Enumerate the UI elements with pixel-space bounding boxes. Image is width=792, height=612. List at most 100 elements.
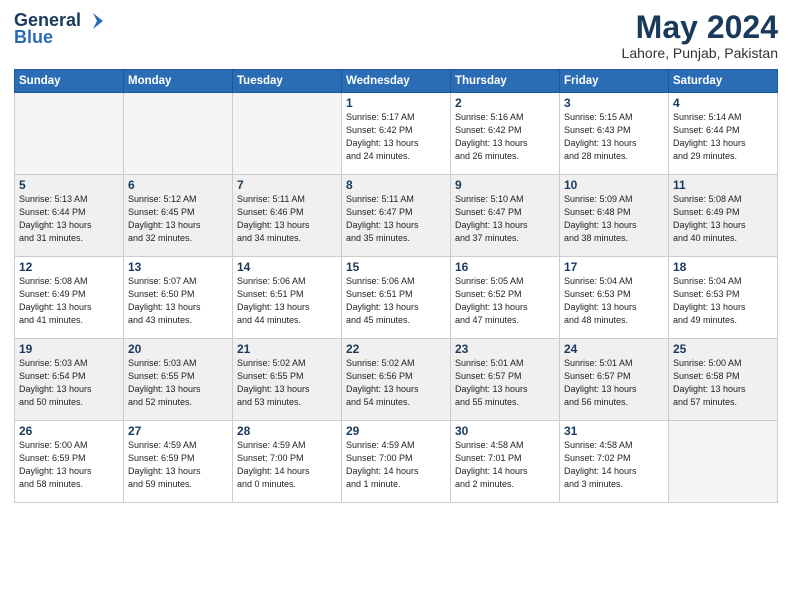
day-number: 27 — [128, 424, 228, 438]
day-detail: Sunrise: 5:16 AM Sunset: 6:42 PM Dayligh… — [455, 111, 555, 163]
day-detail: Sunrise: 4:58 AM Sunset: 7:02 PM Dayligh… — [564, 439, 664, 491]
day-number: 8 — [346, 178, 446, 192]
day-number: 12 — [19, 260, 119, 274]
day-number: 15 — [346, 260, 446, 274]
day-number: 11 — [673, 178, 773, 192]
col-thursday: Thursday — [451, 70, 560, 93]
table-cell: 14Sunrise: 5:06 AM Sunset: 6:51 PM Dayli… — [233, 257, 342, 339]
day-number: 25 — [673, 342, 773, 356]
week-row-2: 5Sunrise: 5:13 AM Sunset: 6:44 PM Daylig… — [15, 175, 778, 257]
day-detail: Sunrise: 5:08 AM Sunset: 6:49 PM Dayligh… — [19, 275, 119, 327]
day-number: 14 — [237, 260, 337, 274]
table-cell: 29Sunrise: 4:59 AM Sunset: 7:00 PM Dayli… — [342, 421, 451, 503]
col-sunday: Sunday — [15, 70, 124, 93]
day-detail: Sunrise: 5:15 AM Sunset: 6:43 PM Dayligh… — [564, 111, 664, 163]
day-number: 28 — [237, 424, 337, 438]
day-detail: Sunrise: 5:13 AM Sunset: 6:44 PM Dayligh… — [19, 193, 119, 245]
day-number: 30 — [455, 424, 555, 438]
day-detail: Sunrise: 5:03 AM Sunset: 6:54 PM Dayligh… — [19, 357, 119, 409]
table-cell: 11Sunrise: 5:08 AM Sunset: 6:49 PM Dayli… — [669, 175, 778, 257]
table-cell: 7Sunrise: 5:11 AM Sunset: 6:46 PM Daylig… — [233, 175, 342, 257]
col-saturday: Saturday — [669, 70, 778, 93]
day-detail: Sunrise: 5:04 AM Sunset: 6:53 PM Dayligh… — [564, 275, 664, 327]
day-detail: Sunrise: 5:00 AM Sunset: 6:59 PM Dayligh… — [19, 439, 119, 491]
title-block: May 2024 Lahore, Punjab, Pakistan — [622, 10, 778, 61]
table-cell — [124, 93, 233, 175]
logo-bird-icon — [83, 11, 103, 31]
table-cell: 17Sunrise: 5:04 AM Sunset: 6:53 PM Dayli… — [560, 257, 669, 339]
day-detail: Sunrise: 5:02 AM Sunset: 6:56 PM Dayligh… — [346, 357, 446, 409]
table-cell: 3Sunrise: 5:15 AM Sunset: 6:43 PM Daylig… — [560, 93, 669, 175]
day-detail: Sunrise: 5:10 AM Sunset: 6:47 PM Dayligh… — [455, 193, 555, 245]
day-number: 19 — [19, 342, 119, 356]
table-cell: 6Sunrise: 5:12 AM Sunset: 6:45 PM Daylig… — [124, 175, 233, 257]
subtitle: Lahore, Punjab, Pakistan — [622, 45, 778, 61]
day-number: 6 — [128, 178, 228, 192]
day-detail: Sunrise: 5:05 AM Sunset: 6:52 PM Dayligh… — [455, 275, 555, 327]
table-cell: 18Sunrise: 5:04 AM Sunset: 6:53 PM Dayli… — [669, 257, 778, 339]
day-number: 10 — [564, 178, 664, 192]
day-detail: Sunrise: 5:08 AM Sunset: 6:49 PM Dayligh… — [673, 193, 773, 245]
header: General Blue May 2024 Lahore, Punjab, Pa… — [14, 10, 778, 61]
day-number: 18 — [673, 260, 773, 274]
day-detail: Sunrise: 5:12 AM Sunset: 6:45 PM Dayligh… — [128, 193, 228, 245]
col-wednesday: Wednesday — [342, 70, 451, 93]
table-cell: 25Sunrise: 5:00 AM Sunset: 6:58 PM Dayli… — [669, 339, 778, 421]
day-detail: Sunrise: 5:02 AM Sunset: 6:55 PM Dayligh… — [237, 357, 337, 409]
day-detail: Sunrise: 5:01 AM Sunset: 6:57 PM Dayligh… — [455, 357, 555, 409]
day-detail: Sunrise: 4:59 AM Sunset: 6:59 PM Dayligh… — [128, 439, 228, 491]
table-cell: 10Sunrise: 5:09 AM Sunset: 6:48 PM Dayli… — [560, 175, 669, 257]
day-number: 24 — [564, 342, 664, 356]
day-number: 20 — [128, 342, 228, 356]
table-cell: 16Sunrise: 5:05 AM Sunset: 6:52 PM Dayli… — [451, 257, 560, 339]
table-cell: 19Sunrise: 5:03 AM Sunset: 6:54 PM Dayli… — [15, 339, 124, 421]
table-cell — [669, 421, 778, 503]
day-detail: Sunrise: 5:06 AM Sunset: 6:51 PM Dayligh… — [237, 275, 337, 327]
day-number: 22 — [346, 342, 446, 356]
day-detail: Sunrise: 5:03 AM Sunset: 6:55 PM Dayligh… — [128, 357, 228, 409]
week-row-4: 19Sunrise: 5:03 AM Sunset: 6:54 PM Dayli… — [15, 339, 778, 421]
day-detail: Sunrise: 5:14 AM Sunset: 6:44 PM Dayligh… — [673, 111, 773, 163]
day-number: 13 — [128, 260, 228, 274]
table-cell: 22Sunrise: 5:02 AM Sunset: 6:56 PM Dayli… — [342, 339, 451, 421]
page: General Blue May 2024 Lahore, Punjab, Pa… — [0, 0, 792, 612]
table-cell: 1Sunrise: 5:17 AM Sunset: 6:42 PM Daylig… — [342, 93, 451, 175]
main-title: May 2024 — [622, 10, 778, 45]
day-detail: Sunrise: 5:04 AM Sunset: 6:53 PM Dayligh… — [673, 275, 773, 327]
day-number: 3 — [564, 96, 664, 110]
week-row-3: 12Sunrise: 5:08 AM Sunset: 6:49 PM Dayli… — [15, 257, 778, 339]
day-number: 31 — [564, 424, 664, 438]
table-cell: 24Sunrise: 5:01 AM Sunset: 6:57 PM Dayli… — [560, 339, 669, 421]
table-cell: 27Sunrise: 4:59 AM Sunset: 6:59 PM Dayli… — [124, 421, 233, 503]
day-detail: Sunrise: 5:01 AM Sunset: 6:57 PM Dayligh… — [564, 357, 664, 409]
table-cell: 20Sunrise: 5:03 AM Sunset: 6:55 PM Dayli… — [124, 339, 233, 421]
week-row-5: 26Sunrise: 5:00 AM Sunset: 6:59 PM Dayli… — [15, 421, 778, 503]
day-number: 4 — [673, 96, 773, 110]
table-cell: 30Sunrise: 4:58 AM Sunset: 7:01 PM Dayli… — [451, 421, 560, 503]
day-number: 29 — [346, 424, 446, 438]
day-detail: Sunrise: 5:11 AM Sunset: 6:47 PM Dayligh… — [346, 193, 446, 245]
day-number: 7 — [237, 178, 337, 192]
table-cell: 28Sunrise: 4:59 AM Sunset: 7:00 PM Dayli… — [233, 421, 342, 503]
day-number: 16 — [455, 260, 555, 274]
table-cell: 4Sunrise: 5:14 AM Sunset: 6:44 PM Daylig… — [669, 93, 778, 175]
day-number: 21 — [237, 342, 337, 356]
table-cell: 23Sunrise: 5:01 AM Sunset: 6:57 PM Dayli… — [451, 339, 560, 421]
day-detail: Sunrise: 4:59 AM Sunset: 7:00 PM Dayligh… — [237, 439, 337, 491]
calendar-header-row: Sunday Monday Tuesday Wednesday Thursday… — [15, 70, 778, 93]
table-cell: 26Sunrise: 5:00 AM Sunset: 6:59 PM Dayli… — [15, 421, 124, 503]
day-number: 5 — [19, 178, 119, 192]
day-detail: Sunrise: 5:11 AM Sunset: 6:46 PM Dayligh… — [237, 193, 337, 245]
table-cell: 21Sunrise: 5:02 AM Sunset: 6:55 PM Dayli… — [233, 339, 342, 421]
table-cell: 12Sunrise: 5:08 AM Sunset: 6:49 PM Dayli… — [15, 257, 124, 339]
week-row-1: 1Sunrise: 5:17 AM Sunset: 6:42 PM Daylig… — [15, 93, 778, 175]
logo-blue: Blue — [14, 27, 53, 48]
day-detail: Sunrise: 5:07 AM Sunset: 6:50 PM Dayligh… — [128, 275, 228, 327]
day-number: 1 — [346, 96, 446, 110]
logo: General Blue — [14, 10, 103, 48]
calendar-table: Sunday Monday Tuesday Wednesday Thursday… — [14, 69, 778, 503]
day-number: 9 — [455, 178, 555, 192]
col-tuesday: Tuesday — [233, 70, 342, 93]
day-number: 23 — [455, 342, 555, 356]
col-friday: Friday — [560, 70, 669, 93]
